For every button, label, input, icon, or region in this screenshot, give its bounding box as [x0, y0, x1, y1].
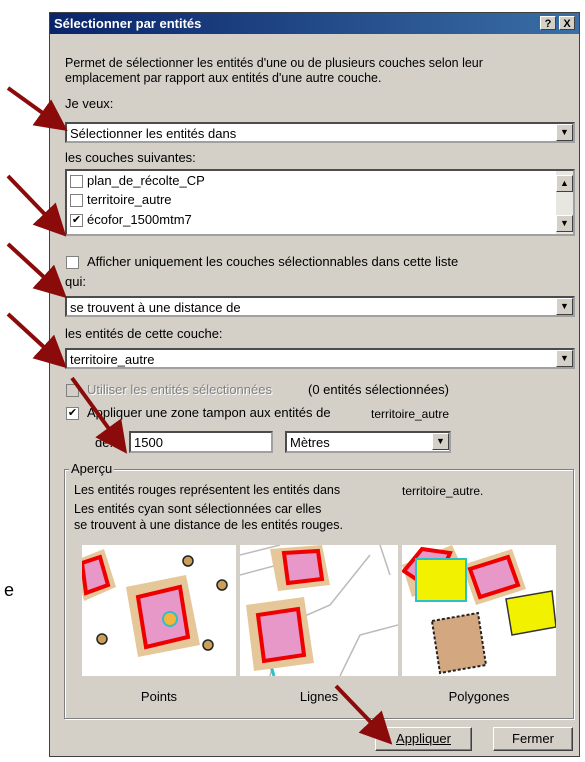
distance-input[interactable]: 1500 [129, 431, 273, 453]
preview-layer-name: territoire_autre. [402, 484, 484, 498]
preview-title: Aperçu [69, 461, 115, 476]
use-selected-label: Utiliser les entités sélectionnées [87, 382, 272, 397]
unit-select[interactable]: Mètres ▼ [285, 431, 451, 453]
layer-label-2: écofor_1500mtm7 [87, 212, 192, 227]
layers-scrollbar[interactable]: ▲ ▼ [556, 171, 573, 234]
layer-checkbox-0[interactable] [70, 175, 83, 188]
source-layer-value: territoire_autre [70, 352, 155, 367]
chevron-down-icon[interactable]: ▼ [432, 433, 449, 450]
preview-image-points [82, 545, 236, 676]
method-select[interactable]: Sélectionner les entités dans ▼ [65, 122, 575, 143]
selected-count: (0 entités sélectionnées) [308, 382, 449, 397]
relation-label: qui: [65, 274, 86, 289]
method-value: Sélectionner les entités dans [70, 126, 237, 141]
preview-text-1: Les entités rouges représentent les enti… [74, 483, 341, 497]
intro-line-2: emplacement par rapport aux entités d'un… [65, 71, 382, 85]
preview-image-lines [240, 545, 398, 676]
caption-polygons: Polygones [448, 689, 510, 704]
relation-select[interactable]: se trouvent à une distance de ▼ [65, 296, 575, 317]
close-button[interactable]: X [559, 16, 575, 30]
help-button[interactable]: ? [540, 16, 556, 30]
chevron-down-icon[interactable]: ▼ [556, 350, 573, 367]
apply-button[interactable]: Appliquer [375, 727, 472, 751]
method-label: Je veux: [65, 96, 114, 111]
layer-checkbox-1[interactable] [70, 194, 83, 207]
relation-value: se trouvent à une distance de [70, 300, 241, 315]
chevron-down-icon[interactable]: ▼ [556, 298, 573, 315]
use-selected-checkbox[interactable] [66, 384, 79, 397]
scroll-up-icon[interactable]: ▲ [556, 175, 573, 192]
select-by-location-dialog: Sélectionner par entités ? X Permet de s… [49, 12, 580, 757]
distance-value: 1500 [134, 435, 163, 450]
distance-label: de: [95, 435, 114, 450]
buffer-label: Appliquer une zone tampon aux entités de [87, 405, 331, 420]
close-dialog-button[interactable]: Fermer [493, 727, 573, 751]
source-layer-select[interactable]: territoire_autre ▼ [65, 348, 575, 369]
chevron-down-icon[interactable]: ▼ [556, 124, 573, 141]
only-selectable-label: Afficher uniquement les couches sélectio… [87, 254, 459, 269]
title-bar: Sélectionner par entités ? X [50, 13, 579, 34]
preview-image-polygons [402, 545, 556, 676]
layer-checkbox-2[interactable]: ✔ [70, 214, 83, 227]
layers-label: les couches suivantes: [65, 150, 196, 165]
caption-points: Points [140, 689, 178, 704]
stray-letter: e [4, 580, 15, 600]
layer-label-1: territoire_autre [87, 192, 172, 207]
caption-lines: Lignes [299, 689, 339, 704]
buffer-checkbox[interactable]: ✔ [66, 407, 79, 420]
only-selectable-checkbox[interactable] [66, 256, 79, 269]
buffer-layer-name: territoire_autre [371, 407, 450, 421]
scroll-down-icon[interactable]: ▼ [556, 215, 573, 232]
intro-line-1: Permet de sélectionner les entités d'une… [65, 56, 483, 70]
layer-label-0: plan_de_récolte_CP [87, 173, 205, 188]
preview-text-3: se trouvent à une distance de les entité… [74, 518, 343, 532]
window-title: Sélectionner par entités [54, 16, 202, 31]
layers-listbox[interactable]: plan_de_récolte_CP territoire_autre ✔ éc… [65, 169, 575, 236]
preview-text-2: Les entités cyan sont sélectionnées car … [74, 502, 322, 516]
unit-value: Mètres [290, 435, 330, 450]
source-layer-label: les entités de cette couche: [65, 326, 223, 341]
